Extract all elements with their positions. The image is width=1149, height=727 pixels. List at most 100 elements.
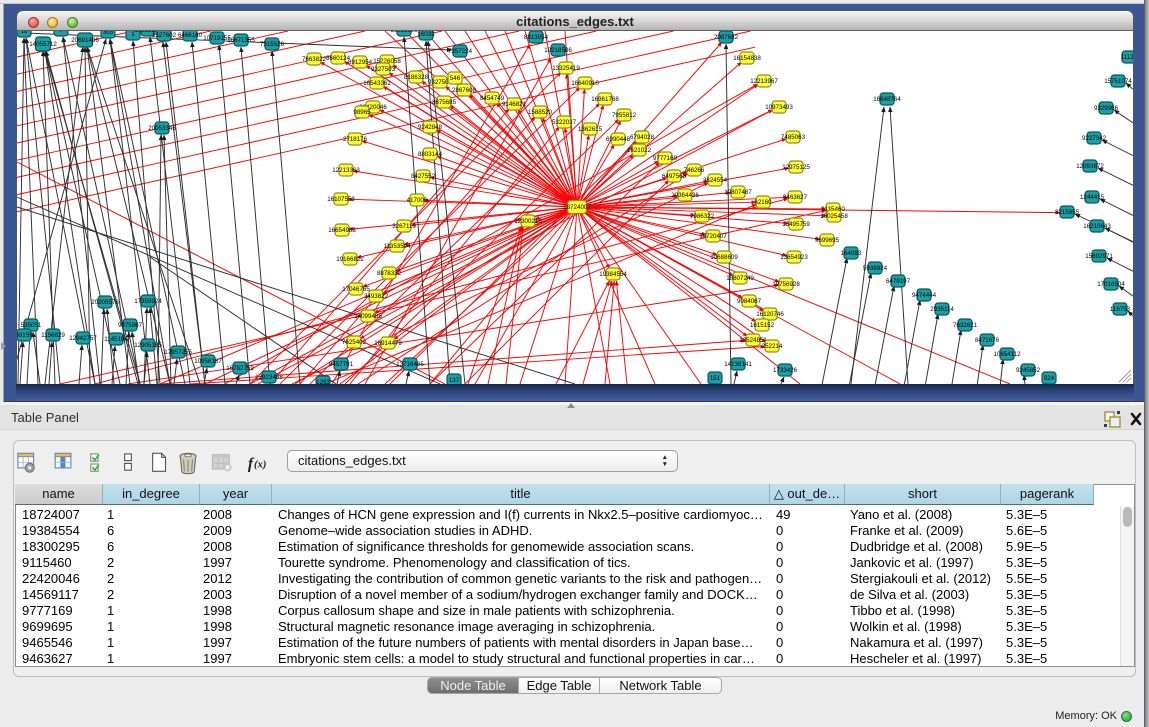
svg-text:9327503: 9327503 — [371, 66, 396, 73]
svg-text:8186328: 8186328 — [404, 74, 429, 81]
svg-text:1588520: 1588520 — [528, 109, 553, 116]
svg-text:9329966: 9329966 — [1094, 105, 1119, 112]
svg-text:13654923: 13654923 — [780, 254, 808, 261]
svg-text:13325419: 13325419 — [552, 65, 580, 72]
svg-text:1621022: 1621022 — [627, 147, 652, 154]
svg-text:1733426: 1733426 — [773, 367, 798, 374]
svg-text:8427552: 8427552 — [411, 173, 436, 180]
svg-text:12942757: 12942757 — [69, 335, 97, 342]
svg-text:16648764: 16648764 — [873, 96, 901, 103]
svg-text:12093872: 12093872 — [1076, 163, 1104, 170]
svg-text:19166822: 19166822 — [336, 256, 364, 263]
svg-text:16543362: 16543362 — [363, 80, 391, 87]
svg-text:1156829: 1156829 — [41, 332, 65, 339]
svg-text:9463627: 9463627 — [783, 194, 808, 201]
svg-text:18: 18 — [21, 31, 28, 35]
svg-text:535051: 535051 — [21, 322, 42, 329]
svg-text:8471676: 8471676 — [975, 337, 1000, 344]
svg-text:16120746: 16120746 — [756, 311, 784, 318]
svg-text:2718176: 2718176 — [343, 136, 368, 143]
svg-text:7357224: 7357224 — [448, 48, 473, 55]
svg-text:17359924: 17359924 — [134, 298, 162, 305]
svg-text:9245652: 9245652 — [1016, 367, 1041, 374]
svg-text:6794028: 6794028 — [630, 134, 655, 141]
svg-text:19756928: 19756928 — [772, 281, 800, 288]
svg-text:15692971: 15692971 — [1085, 253, 1113, 260]
svg-text:6466160: 6466160 — [178, 32, 203, 39]
svg-text:11127: 11127 — [1121, 54, 1133, 61]
svg-text:20691406: 20691406 — [71, 37, 99, 44]
svg-text:13495759: 13495759 — [782, 221, 810, 228]
svg-text:9777169: 9777169 — [653, 155, 678, 162]
svg-text:137: 137 — [449, 377, 460, 384]
svg-text:9699695: 9699695 — [815, 237, 840, 244]
svg-text:15751074: 15751074 — [1104, 78, 1132, 85]
svg-text:746266: 746266 — [684, 167, 705, 174]
svg-text:16033809: 16033809 — [390, 31, 418, 34]
svg-text:18807249: 18807249 — [726, 275, 754, 282]
svg-text:5322037: 5322037 — [552, 119, 577, 126]
svg-text:3624554: 3624554 — [703, 177, 728, 184]
svg-text:3875685: 3875685 — [432, 99, 457, 106]
svg-text:7515526: 7515526 — [260, 41, 285, 48]
svg-text:16107553: 16107553 — [327, 196, 355, 203]
svg-text:417006: 417006 — [407, 197, 428, 204]
svg-text:12923468: 12923468 — [255, 374, 283, 381]
svg-text:5938924: 5938924 — [863, 265, 888, 272]
svg-text:9146821: 9146821 — [502, 101, 527, 108]
svg-text:7: 7 — [59, 31, 63, 34]
svg-text:17046765: 17046765 — [342, 286, 370, 293]
svg-text:16914479: 16914479 — [374, 340, 402, 347]
svg-text:164093: 164093 — [841, 250, 862, 257]
svg-text:2087682: 2087682 — [714, 34, 739, 41]
svg-text:252214: 252214 — [762, 343, 783, 350]
svg-text:62160: 62160 — [754, 199, 772, 206]
svg-text:16210643: 16210643 — [1083, 223, 1111, 230]
svg-text:1244415: 1244415 — [1080, 194, 1105, 201]
svg-text:20364436: 20364436 — [671, 192, 699, 199]
svg-text:16033: 16033 — [417, 31, 435, 38]
svg-text:7986322: 7986322 — [690, 213, 715, 220]
svg-text:12975125: 12975125 — [782, 164, 810, 171]
svg-text:8878332: 8878332 — [377, 270, 402, 277]
svg-text:6990448: 6990448 — [606, 136, 631, 143]
svg-text:17016504: 17016504 — [1097, 281, 1125, 288]
svg-text:8813054: 8813054 — [524, 34, 549, 41]
svg-text:20053346: 20053346 — [148, 125, 176, 132]
svg-text:15720407: 15720407 — [699, 233, 727, 240]
svg-text:16640910: 16640910 — [571, 80, 599, 87]
svg-text:8912954: 8912954 — [348, 59, 373, 66]
svg-text:19218586: 19218586 — [544, 47, 572, 54]
svg-text:9227342: 9227342 — [1082, 135, 1107, 142]
svg-text:3215955: 3215955 — [1055, 209, 1080, 216]
svg-text:12905185: 12905185 — [134, 342, 162, 349]
svg-text:1615152: 1615152 — [750, 322, 775, 329]
svg-text:16782759: 16782759 — [226, 365, 254, 372]
svg-text:14138141: 14138141 — [724, 361, 752, 368]
svg-text:10807487: 10807487 — [724, 189, 752, 196]
svg-text:1527602: 1527602 — [152, 32, 177, 39]
svg-text:7663822: 7663822 — [302, 56, 327, 63]
svg-text:10654112: 10654112 — [993, 351, 1021, 358]
svg-text:19384554: 19384554 — [599, 271, 627, 278]
svg-text:12300213: 12300213 — [514, 218, 542, 225]
svg-text:9084067: 9084067 — [737, 298, 762, 305]
svg-text:10958187: 10958187 — [194, 358, 222, 365]
svg-text:9242848: 9242848 — [418, 124, 443, 131]
svg-text:16154838: 16154838 — [733, 55, 761, 62]
svg-text:12213967: 12213967 — [750, 78, 778, 85]
svg-text:8454749: 8454749 — [480, 95, 505, 102]
svg-text:7625402: 7625402 — [342, 339, 367, 346]
svg-text:14055712: 14055712 — [29, 41, 57, 48]
svg-text:151: 151 — [710, 375, 721, 382]
svg-text:8660124: 8660124 — [326, 55, 351, 62]
svg-text:2935114: 2935114 — [930, 306, 954, 313]
svg-text:17957255: 17957255 — [164, 349, 192, 356]
svg-text:9975867: 9975867 — [118, 322, 143, 329]
svg-text:924: 924 — [1044, 375, 1055, 382]
svg-text:10025458: 10025458 — [820, 213, 848, 220]
svg-text:9474444: 9474444 — [912, 292, 937, 299]
svg-text:11353594: 11353594 — [383, 243, 411, 250]
svg-text:10973493: 10973493 — [765, 104, 793, 111]
svg-text:13716485: 13716485 — [396, 361, 424, 368]
